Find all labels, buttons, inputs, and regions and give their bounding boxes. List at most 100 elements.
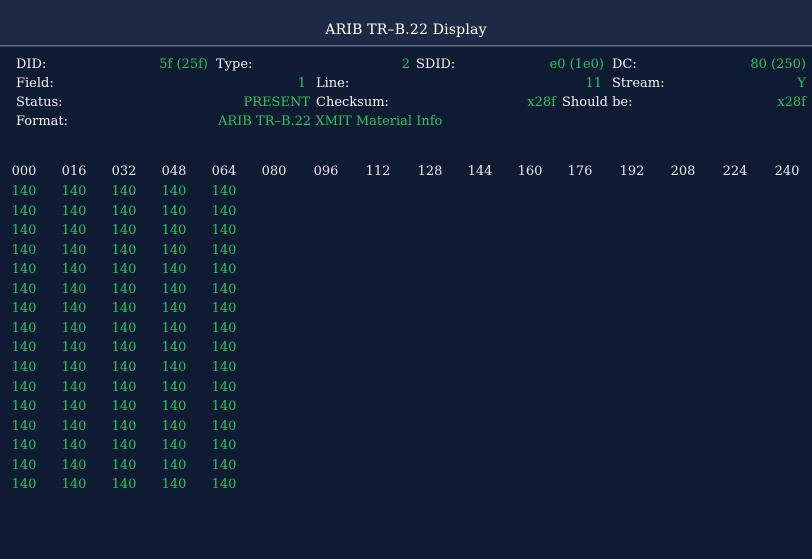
data-cell: 140 [61,457,87,473]
data-cell: 140 [161,379,187,395]
data-cell: 140 [161,262,187,278]
data-cell: 140 [61,320,87,336]
data-cell: 140 [211,340,237,356]
stream-value: Y [797,76,806,91]
data-cell: 140 [211,262,237,278]
did-value: 5f (25f) [159,57,208,72]
table-row: 140 140 140 140 140 [0,397,812,416]
data-cell: 140 [11,320,37,336]
type-value: 2 [401,57,410,72]
column-header-032: 032 [111,164,137,179]
data-cell: 140 [161,359,187,375]
data-cell: 140 [111,301,137,317]
data-cell: 140 [211,301,237,317]
column-header-000: 000 [11,164,37,179]
table-row: 140 140 140 140 140 [0,319,812,338]
shouldbe-label: Should be: [562,95,633,110]
display-title: ARIB TR–B.22 Display [325,22,487,38]
data-cell: 140 [161,320,187,336]
field-label: Field: [16,76,54,91]
shouldbe-value: x28f [777,95,806,110]
format-value: ARIB TR–B.22 XMIT Material Info [218,114,443,129]
data-cell: 140 [111,457,137,473]
data-cell: 140 [11,340,37,356]
data-cell: 140 [211,379,237,395]
table-row: 140 140 140 140 140 [0,338,812,357]
table-row: 140 140 140 140 140 [0,260,812,279]
column-header-096: 096 [313,164,339,179]
data-cell: 140 [161,281,187,297]
table-row: 140 140 140 140 140 [0,358,812,377]
table-row: 140 140 140 140 140 [0,202,812,221]
data-cell: 140 [111,418,137,434]
data-cell: 140 [61,418,87,434]
data-cell: 140 [161,242,187,258]
data-cell: 140 [11,262,37,278]
data-cell: 140 [111,379,137,395]
table-row: 140 140 140 140 140 [0,436,812,455]
data-cell: 140 [111,281,137,297]
data-cell: 140 [11,457,37,473]
data-cell: 140 [11,359,37,375]
data-cell: 140 [211,281,237,297]
column-header-128: 128 [417,164,443,179]
table-row: 140 140 140 140 140 [0,378,812,397]
data-cell: 140 [61,399,87,415]
did-label: DID: [16,57,47,72]
data-cell: 140 [161,438,187,454]
data-cell: 140 [11,418,37,434]
data-cell: 140 [211,418,237,434]
table-row: 140 140 140 140 140 [0,475,812,494]
data-cell: 140 [111,340,137,356]
data-cell: 140 [61,223,87,239]
column-header-row: 000 016 032 048 064 080 096 112 128 144 160 176 192 2… [0,162,812,181]
column-header-048: 048 [161,164,187,179]
data-cell: 140 [161,457,187,473]
data-cell: 140 [11,223,37,239]
data-cell: 140 [161,477,187,493]
dc-value: 80 (250) [750,57,806,72]
data-cell: 140 [61,477,87,493]
data-cell: 140 [11,438,37,454]
data-cell: 140 [61,340,87,356]
data-cell: 140 [211,438,237,454]
data-cell: 140 [161,340,187,356]
data-cell: 140 [161,184,187,199]
table-row: 140 140 140 140 140 [0,221,812,240]
column-header-080: 080 [261,164,287,179]
table-row: 140 140 140 140 140 [0,241,812,260]
column-header-208: 208 [670,164,696,179]
data-cell: 140 [161,399,187,415]
data-cell: 140 [211,242,237,258]
data-cell: 140 [161,418,187,434]
data-cell: 140 [61,438,87,454]
data-cell: 140 [211,320,237,336]
column-header-064: 064 [211,164,237,179]
sdid-value: e0 (1e0) [549,57,604,72]
data-cell: 140 [111,242,137,258]
data-cell: 140 [111,262,137,278]
data-cell: 140 [161,203,187,219]
table-row: 140 140 140 140 140 [0,417,812,436]
status-value: PRESENT [243,95,310,110]
data-cell: 140 [111,223,137,239]
data-cell: 140 [61,281,87,297]
data-cell: 140 [211,184,237,199]
data-cell: 140 [161,301,187,317]
column-header-224: 224 [722,164,748,179]
data-cell: 140 [11,281,37,297]
format-label: Format: [16,114,69,129]
data-cell: 140 [11,301,37,317]
stream-label: Stream: [612,76,665,91]
data-cell: 140 [11,203,37,219]
column-header-192: 192 [619,164,645,179]
dc-label: DC: [612,57,637,72]
data-cell: 140 [11,477,37,493]
data-cell: 140 [11,379,37,395]
data-cell: 140 [61,379,87,395]
column-header-160: 160 [517,164,543,179]
data-cell: 140 [111,477,137,493]
data-cell: 140 [61,301,87,317]
data-cell: 140 [111,203,137,219]
data-cell: 140 [211,457,237,473]
